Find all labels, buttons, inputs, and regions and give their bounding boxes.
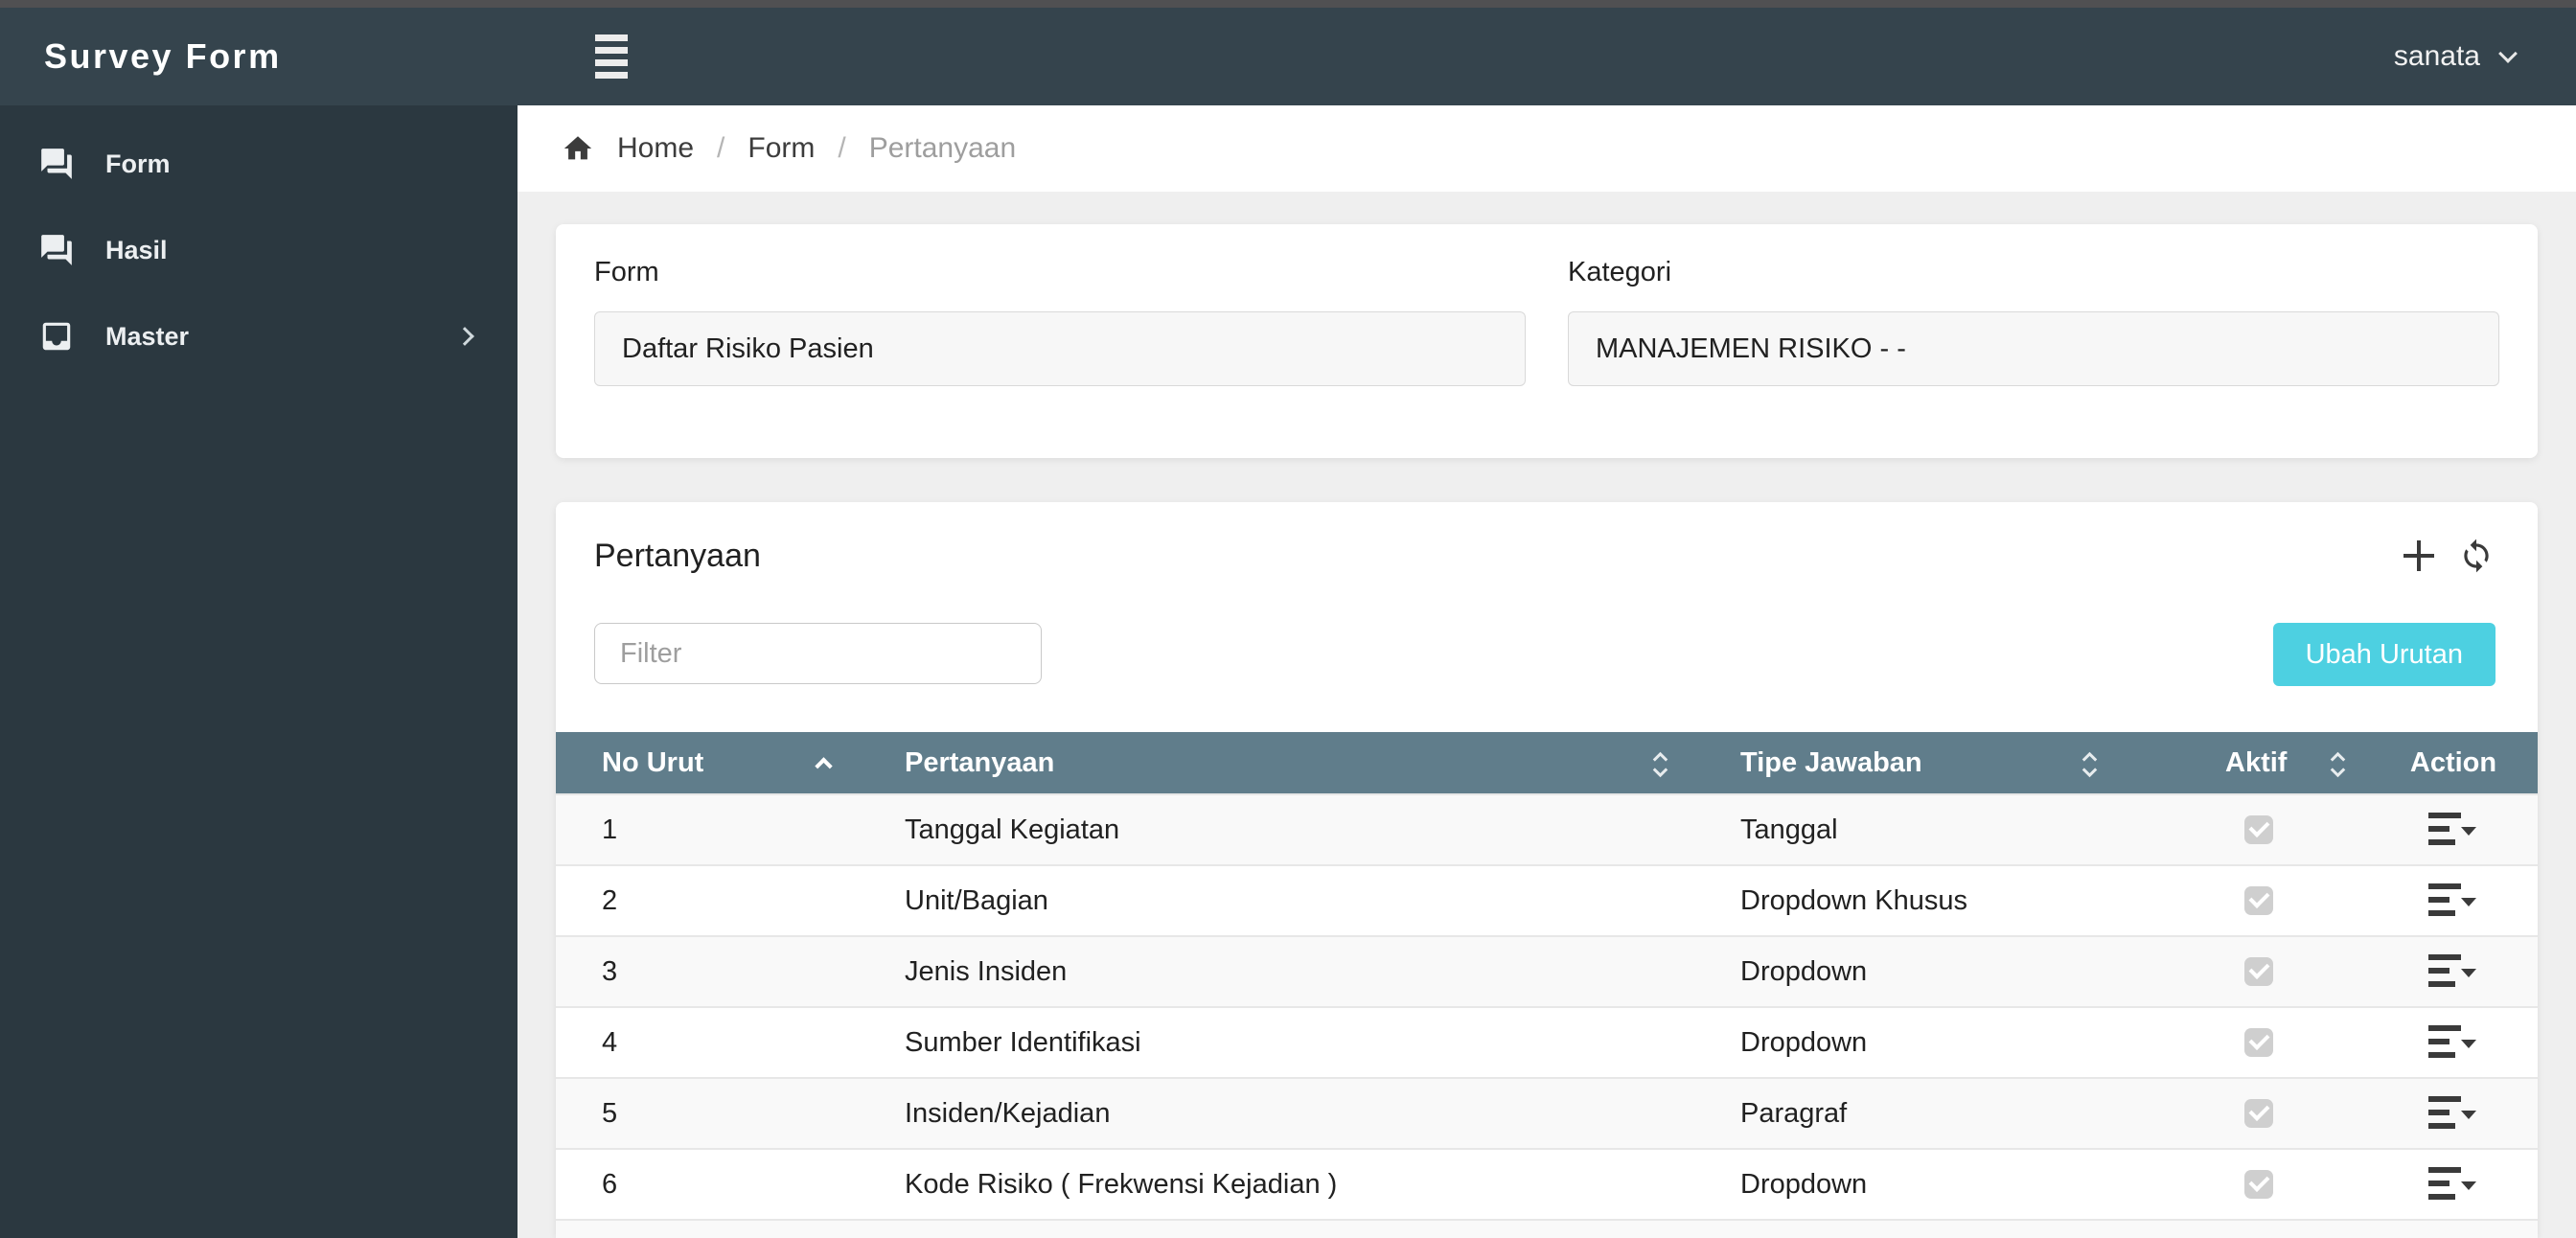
sidebar-item-master[interactable]: Master bbox=[0, 293, 518, 379]
row-actions-button[interactable] bbox=[2428, 951, 2478, 993]
column-header-pertanyaan[interactable]: Pertanyaan bbox=[859, 747, 1694, 779]
column-header-tipe-jawaban[interactable]: Tipe Jawaban bbox=[1694, 747, 2149, 779]
user-menu[interactable]: sanata bbox=[2394, 40, 2576, 73]
home-icon[interactable] bbox=[562, 132, 594, 165]
refresh-icon bbox=[2458, 538, 2495, 574]
table-row bbox=[556, 1219, 2538, 1238]
question-text: Jenis Insiden bbox=[905, 955, 1068, 987]
menu-caret-icon bbox=[2461, 1040, 2476, 1048]
breadcrumb-current: Pertanyaan bbox=[868, 132, 1017, 164]
user-name: sanata bbox=[2393, 40, 2480, 72]
refresh-button[interactable] bbox=[2457, 537, 2496, 575]
row-number: 5 bbox=[602, 1097, 618, 1129]
menu-caret-icon bbox=[2461, 1181, 2476, 1190]
row-number: 1 bbox=[602, 814, 618, 845]
answer-type: Dropdown bbox=[1740, 955, 1868, 987]
column-header-action: Action bbox=[2409, 746, 2497, 778]
form-input[interactable] bbox=[594, 311, 1526, 386]
breadcrumb: Home / Form / Pertanyaan bbox=[518, 105, 2576, 192]
menu-caret-icon bbox=[2461, 1111, 2476, 1119]
row-number: 4 bbox=[602, 1026, 618, 1058]
aktif-checkbox[interactable] bbox=[2244, 1170, 2273, 1199]
question-text: Sumber Identifikasi bbox=[905, 1026, 1141, 1058]
breadcrumb-separator: / bbox=[717, 132, 725, 164]
main-area: Home / Form / Pertanyaan Form Kategori bbox=[518, 105, 2576, 1238]
form-label: Form bbox=[594, 257, 659, 287]
answer-type: Dropdown bbox=[1740, 1026, 1868, 1058]
sort-icon bbox=[2082, 750, 2098, 778]
menu-caret-icon bbox=[2461, 827, 2476, 836]
aktif-checkbox[interactable] bbox=[2244, 1028, 2273, 1057]
menu-caret-icon bbox=[2461, 898, 2476, 906]
row-actions-button[interactable] bbox=[2428, 809, 2478, 851]
table-row: 3 Jenis Insiden Dropdown bbox=[556, 935, 2538, 1006]
reorder-button[interactable]: Ubah Urutan bbox=[2272, 623, 2496, 686]
question-text: Tanggal Kegiatan bbox=[905, 814, 1120, 845]
plus-icon bbox=[2404, 540, 2434, 571]
table-row: 2 Unit/Bagian Dropdown Khusus bbox=[556, 864, 2538, 935]
sidebar-item-hasil[interactable]: Hasil bbox=[0, 207, 518, 293]
sidebar-item-form[interactable]: Form bbox=[0, 121, 518, 207]
form-field-group: Form bbox=[594, 257, 1526, 425]
hamburger-menu-icon[interactable] bbox=[589, 29, 633, 84]
question-text: Unit/Bagian bbox=[905, 884, 1048, 916]
table-row: 4 Sumber Identifikasi Dropdown bbox=[556, 1006, 2538, 1077]
chevron-down-icon bbox=[2498, 44, 2518, 63]
answer-type: Dropdown bbox=[1740, 1168, 1868, 1200]
answer-type: Tanggal bbox=[1740, 814, 1838, 845]
row-number: 6 bbox=[602, 1168, 618, 1200]
chat-icon bbox=[38, 232, 75, 268]
chevron-right-icon bbox=[455, 327, 474, 346]
aktif-checkbox[interactable] bbox=[2244, 815, 2273, 844]
kategori-label: Kategori bbox=[1568, 257, 1672, 287]
table-row: 1 Tanggal Kegiatan Tanggal bbox=[556, 793, 2538, 864]
aktif-checkbox[interactable] bbox=[2244, 1099, 2273, 1128]
add-question-button[interactable] bbox=[2400, 537, 2438, 575]
inbox-icon bbox=[38, 318, 75, 355]
row-actions-button[interactable] bbox=[2428, 880, 2478, 922]
sort-icon bbox=[2331, 750, 2346, 778]
questions-card: Pertanyaan Filter Ubah Urutan No Urut Pe… bbox=[556, 502, 2538, 1238]
column-header-aktif[interactable]: Aktif bbox=[2149, 747, 2369, 779]
menu-caret-icon bbox=[2461, 969, 2476, 977]
breadcrumb-separator: / bbox=[838, 132, 846, 164]
answer-type: Dropdown Khusus bbox=[1740, 884, 1967, 916]
row-actions-button[interactable] bbox=[2428, 1092, 2478, 1135]
table-header-row: No Urut Pertanyaan Tipe Jawaban Aktif Ac… bbox=[556, 732, 2538, 793]
kategori-input[interactable] bbox=[1568, 311, 2499, 386]
question-text: Kode Risiko ( Frekwensi Kejadian ) bbox=[905, 1168, 1338, 1200]
breadcrumb-link-home[interactable]: Home bbox=[617, 132, 694, 165]
form-info-card: Form Kategori bbox=[556, 224, 2538, 458]
aktif-checkbox[interactable] bbox=[2244, 957, 2273, 986]
filter-input[interactable] bbox=[594, 623, 1042, 684]
row-number: 3 bbox=[602, 955, 618, 987]
sort-icon bbox=[1652, 750, 1668, 778]
question-text: Insiden/Kejadian bbox=[905, 1097, 1111, 1129]
sidebar-item-label: Form bbox=[105, 149, 171, 178]
column-header-no-urut[interactable]: No Urut bbox=[556, 747, 859, 779]
kategori-field-group: Kategori bbox=[1568, 257, 2499, 425]
app-window: Survey Form sanata Form Hasil Master Hom… bbox=[0, 0, 2576, 1238]
card-title: Pertanyaan bbox=[594, 537, 761, 574]
top-navbar: Survey Form sanata bbox=[0, 8, 2576, 105]
table-row: 6 Kode Risiko ( Frekwensi Kejadian ) Dro… bbox=[556, 1148, 2538, 1219]
answer-type: Paragraf bbox=[1740, 1097, 1848, 1129]
page-content: Form Kategori Pertanyaan bbox=[518, 192, 2576, 1238]
sidebar-item-label: Master bbox=[105, 321, 190, 351]
window-top-edge bbox=[0, 0, 2576, 8]
chat-icon bbox=[38, 146, 75, 182]
row-actions-button[interactable] bbox=[2428, 1021, 2478, 1064]
row-number: 2 bbox=[602, 884, 618, 916]
sort-asc-icon bbox=[815, 756, 833, 775]
aktif-checkbox[interactable] bbox=[2244, 886, 2273, 915]
breadcrumb-link-form[interactable]: Form bbox=[748, 132, 815, 165]
row-actions-button[interactable] bbox=[2428, 1163, 2478, 1205]
app-brand: Survey Form bbox=[44, 36, 282, 76]
table-row: 5 Insiden/Kejadian Paragraf bbox=[556, 1077, 2538, 1148]
sidebar-item-label: Hasil bbox=[105, 235, 168, 264]
questions-table: No Urut Pertanyaan Tipe Jawaban Aktif Ac… bbox=[556, 732, 2538, 1238]
sidebar: Form Hasil Master bbox=[0, 105, 518, 1238]
